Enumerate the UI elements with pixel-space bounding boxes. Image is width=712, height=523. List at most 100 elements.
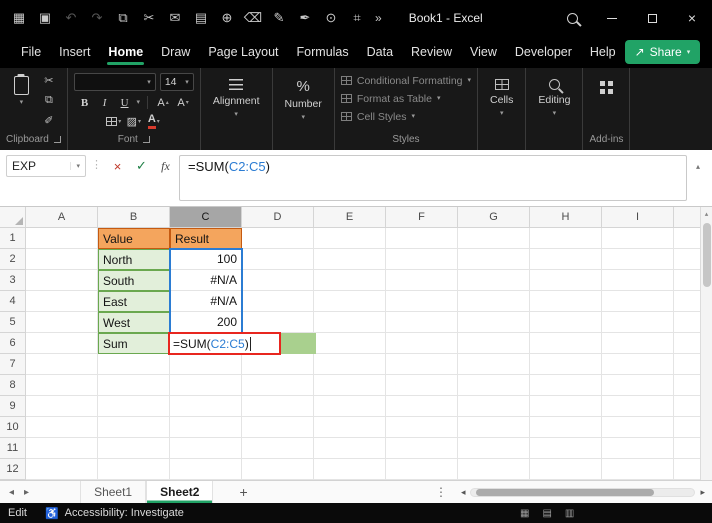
cell-C4[interactable]: #N/A — [170, 291, 242, 312]
ink-pen-icon[interactable]: ✒ — [292, 6, 318, 30]
column-header-I[interactable]: I — [602, 207, 674, 228]
mail-icon[interactable]: ✉ — [162, 6, 188, 30]
cell-G5[interactable] — [458, 312, 530, 333]
cell-A10[interactable] — [26, 417, 98, 438]
cell-B5[interactable]: West — [98, 312, 170, 333]
decrease-font-size-button[interactable]: A ▾ — [175, 95, 191, 110]
cancel-button[interactable]: × — [107, 155, 128, 177]
ribbon-tab-insert[interactable]: Insert — [50, 37, 99, 68]
column-header-G[interactable]: G — [458, 207, 530, 228]
row-header-3[interactable]: 3 — [0, 270, 26, 291]
maximize-button[interactable] — [632, 0, 672, 36]
cell-C7[interactable] — [170, 354, 242, 375]
row-header-6[interactable]: 6 — [0, 333, 26, 354]
cell-F3[interactable] — [386, 270, 458, 291]
cell-H2[interactable] — [530, 249, 602, 270]
cell-F10[interactable] — [386, 417, 458, 438]
clipboard-dialog-launcher-icon[interactable] — [53, 136, 61, 143]
cell-D11[interactable] — [242, 438, 314, 459]
cell-G6[interactable] — [458, 333, 530, 354]
font-dialog-launcher-icon[interactable] — [142, 136, 150, 143]
cell-A3[interactable] — [26, 270, 98, 291]
cell-A2[interactable] — [26, 249, 98, 270]
vertical-scroll-thumb[interactable] — [703, 223, 711, 287]
cell-C10[interactable] — [170, 417, 242, 438]
cell-F5[interactable] — [386, 312, 458, 333]
font-name-select[interactable]: ▾ — [73, 73, 156, 91]
column-header-B[interactable]: B — [98, 207, 170, 228]
ribbon-tab-draw[interactable]: Draw — [152, 37, 199, 68]
italic-button[interactable]: I — [97, 95, 113, 110]
scroll-up-icon[interactable]: ▴ — [701, 207, 712, 218]
editing-button[interactable]: Editing ▾ — [532, 73, 576, 117]
cut-icon[interactable]: ✂ — [136, 6, 162, 30]
enter-button[interactable]: ✓ — [131, 155, 152, 177]
cell-styles-button[interactable]: Cell Styles ▾ — [340, 109, 415, 124]
row-header-1[interactable]: 1 — [0, 228, 26, 249]
cell-F1[interactable] — [386, 228, 458, 249]
eraser-icon[interactable]: ⌫ — [240, 6, 266, 30]
cell-F2[interactable] — [386, 249, 458, 270]
cell-I11[interactable] — [602, 438, 674, 459]
ribbon-tab-review[interactable]: Review — [402, 37, 461, 68]
ribbon-tab-view[interactable]: View — [461, 37, 506, 68]
cell-G12[interactable] — [458, 459, 530, 480]
cell-I9[interactable] — [602, 396, 674, 417]
cell-A12[interactable] — [26, 459, 98, 480]
cell-E1[interactable] — [314, 228, 386, 249]
ribbon-tab-page-layout[interactable]: Page Layout — [199, 37, 287, 68]
cell-H11[interactable] — [530, 438, 602, 459]
column-header-D[interactable]: D — [242, 207, 314, 228]
cell-G9[interactable] — [458, 396, 530, 417]
cell-C2[interactable]: 100 — [170, 249, 242, 270]
font-size-select[interactable]: 14 ▾ — [159, 73, 194, 91]
accessibility-checker[interactable]: ♿ Accessibility: Investigate — [45, 507, 184, 520]
column-header-H[interactable]: H — [530, 207, 602, 228]
save-icon[interactable]: ▣ — [32, 6, 58, 30]
cell-D10[interactable] — [242, 417, 314, 438]
cell-H4[interactable] — [530, 291, 602, 312]
scroll-right-icon[interactable]: ▸ — [700, 487, 705, 498]
cell-H12[interactable] — [530, 459, 602, 480]
cell-D5[interactable] — [242, 312, 314, 333]
cell-E4[interactable] — [314, 291, 386, 312]
cell-A11[interactable] — [26, 438, 98, 459]
cell-A6[interactable] — [26, 333, 98, 354]
cell-E2[interactable] — [314, 249, 386, 270]
cell-A9[interactable] — [26, 396, 98, 417]
bold-button[interactable]: B — [77, 95, 93, 110]
previous-sheet-icon[interactable]: ◂ — [9, 487, 14, 498]
cell-D1[interactable] — [242, 228, 314, 249]
draw-pen-icon[interactable]: ✎ — [266, 6, 292, 30]
cell-G1[interactable] — [458, 228, 530, 249]
conditional-formatting-button[interactable]: Conditional Formatting ▾ — [340, 73, 471, 88]
cells-button[interactable]: Cells ▾ — [484, 73, 519, 117]
cell-H7[interactable] — [530, 354, 602, 375]
row-header-4[interactable]: 4 — [0, 291, 26, 312]
cell-H3[interactable] — [530, 270, 602, 291]
cell-I12[interactable] — [602, 459, 674, 480]
cell-I4[interactable] — [602, 291, 674, 312]
globe-icon[interactable]: ⊕ — [214, 6, 240, 30]
cell-H9[interactable] — [530, 396, 602, 417]
alignment-button[interactable]: Alignment ▾ — [207, 73, 266, 118]
cell-F6[interactable] — [386, 333, 458, 354]
increase-font-size-button[interactable]: A ▴ — [155, 95, 171, 110]
ribbon-tab-file[interactable]: File — [12, 37, 50, 68]
name-box[interactable]: EXP ▾ — [6, 155, 86, 177]
cell-B4[interactable]: East — [98, 291, 170, 312]
horizontal-scrollbar[interactable]: ◂ ▸ — [461, 481, 712, 503]
cell-E9[interactable] — [314, 396, 386, 417]
cell-F8[interactable] — [386, 375, 458, 396]
row-header-2[interactable]: 2 — [0, 249, 26, 270]
cell-G3[interactable] — [458, 270, 530, 291]
more-commands-icon[interactable]: » — [370, 11, 387, 25]
cell-G7[interactable] — [458, 354, 530, 375]
cell-A4[interactable] — [26, 291, 98, 312]
format-painter-icon[interactable]: ✐ — [41, 113, 57, 128]
sheet-tab-sheet2[interactable]: Sheet2 — [146, 481, 214, 503]
vertical-scrollbar[interactable]: ▴ — [700, 207, 712, 480]
number-button[interactable]: % Number ▾ — [279, 73, 328, 121]
cell-B10[interactable] — [98, 417, 170, 438]
cell-G11[interactable] — [458, 438, 530, 459]
